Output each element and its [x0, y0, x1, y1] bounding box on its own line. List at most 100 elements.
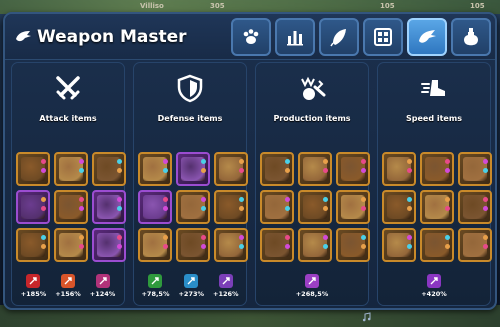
gem-icon [201, 197, 206, 202]
item-slot[interactable] [176, 228, 210, 262]
gem-icon [41, 197, 46, 202]
item-slot[interactable] [54, 228, 88, 262]
gem-icon [79, 168, 84, 173]
card-attack-items: Attack items +185% +156% +124% [11, 62, 126, 306]
potion-icon [464, 28, 478, 46]
item-slot[interactable] [176, 152, 210, 186]
item-slot[interactable] [336, 190, 370, 224]
gem-icon [239, 168, 244, 173]
gem-icon [323, 244, 328, 249]
gem-icon [163, 244, 168, 249]
gem-icon [407, 244, 412, 249]
item-grid [16, 152, 126, 262]
item-slot[interactable] [260, 228, 294, 262]
item-slot[interactable] [92, 228, 126, 262]
gem-icon [201, 235, 206, 240]
bonus-item: +420% [421, 274, 447, 298]
gem-icon [285, 235, 290, 240]
game-screen: Villiso 305 105 105 Weapon Master Attack… [0, 0, 500, 327]
item-slot[interactable] [16, 228, 50, 262]
item-slot[interactable] [458, 228, 492, 262]
item-slot[interactable] [336, 152, 370, 186]
gem-icon [163, 159, 168, 164]
window-title: Weapon Master [37, 27, 187, 47]
paw-icon [16, 31, 31, 42]
card-speed-items: Speed items +420% [377, 62, 492, 306]
speed-bonus-icon [427, 274, 441, 288]
item-slot[interactable] [420, 228, 454, 262]
gem-icon [41, 168, 46, 173]
card-title: Attack items [39, 114, 97, 123]
gem-icon [445, 235, 450, 240]
item-slot[interactable] [298, 190, 332, 224]
tab-pet[interactable] [407, 18, 447, 56]
item-slot[interactable] [298, 228, 332, 262]
item-slot[interactable] [16, 152, 50, 186]
shield-def-icon [184, 274, 199, 288]
gem-icon [361, 159, 366, 164]
item-slot[interactable] [382, 228, 416, 262]
bonus-item: +185% [21, 274, 46, 298]
axe-bonus-icon [61, 274, 75, 288]
gem-icon [483, 206, 488, 211]
card-production-items: Production items +268,5% [255, 62, 370, 306]
item-slot[interactable] [260, 190, 294, 224]
tab-stats[interactable] [275, 18, 315, 56]
gem-icon [323, 159, 328, 164]
item-slot[interactable] [214, 190, 248, 224]
feather-icon [330, 29, 346, 47]
item-slot[interactable] [92, 190, 126, 224]
gem-icon [239, 197, 244, 202]
tab-potion[interactable] [451, 18, 491, 56]
item-slot[interactable] [176, 190, 210, 224]
gem-icon [361, 197, 366, 202]
gem-icon [117, 197, 122, 202]
item-slot[interactable] [214, 152, 248, 186]
bonus-row: +185% +156% +124% [12, 274, 124, 298]
sword-bonus-icon [26, 274, 41, 288]
cavalry-def-icon [218, 274, 233, 288]
item-slot[interactable] [92, 152, 126, 186]
item-slot[interactable] [382, 152, 416, 186]
gem-icon [41, 244, 46, 249]
gem-icon [41, 159, 46, 164]
item-slot[interactable] [420, 190, 454, 224]
gem-icon [79, 159, 84, 164]
tab-feather[interactable] [319, 18, 359, 56]
gem-icon [323, 206, 328, 211]
gem-icon [483, 235, 488, 240]
item-slot[interactable] [16, 190, 50, 224]
item-slot[interactable] [382, 190, 416, 224]
item-slot[interactable] [138, 190, 172, 224]
shield-icon [177, 74, 203, 103]
item-slot[interactable] [260, 152, 294, 186]
item-slot[interactable] [54, 190, 88, 224]
gem-icon [407, 197, 412, 202]
gem-icon [41, 235, 46, 240]
gem-icon [79, 206, 84, 211]
bonus-value: +273% [178, 290, 204, 298]
paw-icon [243, 29, 259, 44]
item-slot[interactable] [336, 228, 370, 262]
card-title: Production items [273, 114, 351, 123]
item-slot[interactable] [298, 152, 332, 186]
map-grid-icon [374, 28, 392, 46]
item-slot[interactable] [458, 152, 492, 186]
item-slot[interactable] [214, 228, 248, 262]
gem-icon [79, 197, 84, 202]
bonus-row: +78,5% +273% +126% [134, 274, 246, 298]
item-slot[interactable] [138, 152, 172, 186]
gem-icon [445, 168, 450, 173]
bonus-row: +268,5% [256, 274, 368, 298]
item-slot[interactable] [458, 190, 492, 224]
tab-paw[interactable] [231, 18, 271, 56]
gem-icon [239, 244, 244, 249]
item-slot[interactable] [420, 152, 454, 186]
gem-icon [323, 197, 328, 202]
card-title: Speed items [406, 114, 462, 123]
tab-map[interactable] [363, 18, 403, 56]
item-slot[interactable] [54, 152, 88, 186]
map-label: 105 [380, 2, 395, 10]
gem-icon [361, 206, 366, 211]
item-slot[interactable] [138, 228, 172, 262]
